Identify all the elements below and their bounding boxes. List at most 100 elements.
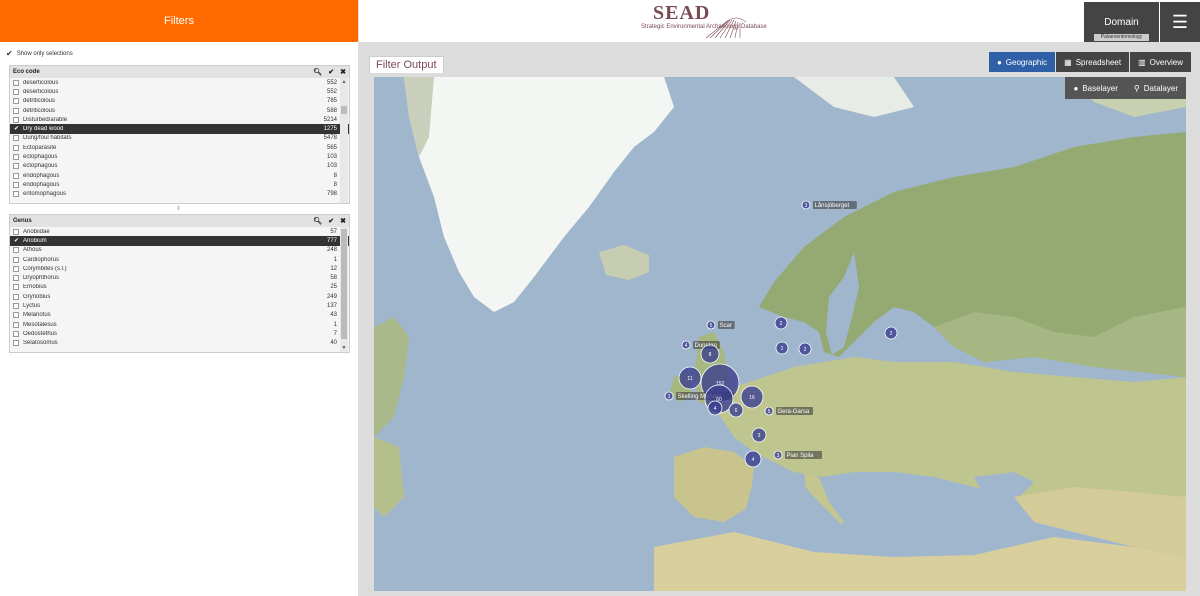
checkbox[interactable] bbox=[13, 79, 19, 86]
scroll-up-icon[interactable]: ▲ bbox=[340, 79, 348, 85]
map-marker-cluster[interactable]: 3 bbox=[751, 427, 767, 443]
genus-item[interactable]: ✔ Anobium 777 bbox=[10, 236, 349, 246]
checkbox[interactable] bbox=[13, 88, 19, 95]
close-icon[interactable]: ✖ bbox=[340, 217, 346, 225]
marker-count: 2 bbox=[780, 321, 783, 327]
checkbox[interactable]: ✔ bbox=[13, 237, 19, 244]
scroll-thumb[interactable] bbox=[341, 106, 347, 114]
resize-handle-icon[interactable]: ⇕ bbox=[176, 205, 181, 212]
eco-item-label: Dry dead wood bbox=[23, 126, 64, 133]
geographic-map[interactable]: 3Lånsjöberget5Scar22224Dunstan8111523Ske… bbox=[374, 77, 1186, 591]
map-marker-cluster[interactable]: 5 Gera-Garsa bbox=[764, 406, 813, 416]
genus-item[interactable]: Cardiophorus 1 bbox=[10, 255, 349, 264]
eco-code-scrollbar[interactable]: ▲ bbox=[340, 78, 348, 203]
check-icon[interactable]: ✔ bbox=[328, 217, 334, 225]
map-marker-cluster[interactable]: 11 bbox=[678, 366, 702, 390]
checkbox[interactable] bbox=[13, 303, 19, 310]
genus-item[interactable]: Dryophthorus 58 bbox=[10, 273, 349, 282]
checkbox[interactable] bbox=[13, 312, 19, 319]
map-marker-cluster[interactable]: 5 Scar bbox=[706, 320, 735, 330]
hamburger-menu-icon[interactable]: ☰ bbox=[1160, 2, 1200, 42]
tab-geographic[interactable]: ● Geographic bbox=[988, 52, 1056, 72]
checkbox[interactable] bbox=[13, 154, 19, 161]
checkbox[interactable] bbox=[13, 163, 19, 170]
checkbox[interactable] bbox=[13, 98, 19, 105]
check-icon[interactable]: ✔ bbox=[328, 68, 334, 76]
baselayer-button[interactable]: ● Baselayer bbox=[1065, 77, 1125, 99]
map-marker-cluster[interactable]: 3 Pian Spila bbox=[773, 450, 822, 460]
eco-item-count: 785 bbox=[326, 98, 337, 105]
checkbox[interactable] bbox=[13, 247, 19, 254]
map-marker-cluster[interactable]: 2 bbox=[884, 326, 898, 340]
search-icon[interactable]: 🔍︎ bbox=[313, 217, 322, 225]
genus-item[interactable]: Selatosomus 40 bbox=[10, 339, 349, 348]
genus-item[interactable]: Oedostethus 7 bbox=[10, 329, 349, 338]
eco-item[interactable]: ✔ Dry dead wood 1275 bbox=[10, 124, 349, 134]
map-marker-cluster[interactable]: 2 bbox=[774, 316, 788, 330]
checkbox[interactable] bbox=[13, 340, 19, 347]
eco-item[interactable]: Disturbed/arable 5214 bbox=[10, 115, 349, 124]
eco-item[interactable]: deserticolous 552 bbox=[10, 78, 349, 87]
checkbox[interactable] bbox=[13, 181, 19, 188]
genus-item[interactable]: Mesotalesus 1 bbox=[10, 320, 349, 329]
map-marker-cluster[interactable]: 4 bbox=[744, 450, 762, 468]
checkbox[interactable] bbox=[13, 275, 19, 282]
datalayer-button[interactable]: ⚲ Datalayer bbox=[1126, 77, 1186, 99]
map-marker-cluster[interactable]: 3 Lånsjöberget bbox=[801, 200, 857, 210]
sead-logo[interactable]: SEAD Strategic Environmental Archaeology… bbox=[641, 2, 811, 40]
genus-item[interactable]: Melanotus 43 bbox=[10, 311, 349, 320]
eco-item[interactable]: ectophagous 103 bbox=[10, 162, 349, 171]
map-marker-cluster[interactable]: 16 bbox=[740, 385, 764, 409]
eco-item-label: deserticolous bbox=[23, 88, 59, 95]
checkbox[interactable] bbox=[13, 256, 19, 263]
checkbox[interactable] bbox=[13, 144, 19, 151]
map-marker-cluster[interactable]: 8 bbox=[700, 344, 720, 364]
eco-item[interactable]: Ectoparasite 565 bbox=[10, 143, 349, 152]
checkbox[interactable] bbox=[13, 228, 19, 235]
checkbox[interactable]: ✔ bbox=[13, 126, 19, 133]
eco-item[interactable]: detriticolous 785 bbox=[10, 97, 349, 106]
genus-item-count: 43 bbox=[330, 312, 337, 319]
scroll-down-icon[interactable]: ▼ bbox=[340, 345, 348, 351]
close-icon[interactable]: ✖ bbox=[340, 68, 346, 76]
checkbox[interactable] bbox=[13, 172, 19, 179]
checkbox[interactable] bbox=[13, 321, 19, 328]
genus-item[interactable]: Grynobius 249 bbox=[10, 292, 349, 301]
map-marker-cluster[interactable]: 4 bbox=[707, 400, 723, 416]
eco-item[interactable]: deserticolous 552 bbox=[10, 87, 349, 96]
genus-item-label: Oedostethus bbox=[23, 330, 58, 337]
eco-item[interactable]: entomophagous 798 bbox=[10, 190, 349, 199]
checkbox[interactable] bbox=[13, 116, 19, 123]
genus-item[interactable]: Ernobius 25 bbox=[10, 283, 349, 292]
tab-overview[interactable]: ▥ Overview bbox=[1130, 52, 1191, 72]
eco-item[interactable]: ectophagous 103 bbox=[10, 152, 349, 161]
eco-item[interactable]: detriticolous 588 bbox=[10, 106, 349, 115]
map-marker-cluster[interactable]: 2 bbox=[798, 342, 812, 356]
genus-item[interactable]: Anobiidae 57 bbox=[10, 227, 349, 236]
checkbox[interactable] bbox=[13, 284, 19, 291]
eco-item[interactable]: endophagous 8 bbox=[10, 171, 349, 180]
checkbox[interactable] bbox=[13, 265, 19, 272]
show-only-selections-toggle[interactable]: ✔ Show only selections bbox=[6, 49, 73, 58]
tab-spreadsheet[interactable]: ▦ Spreadsheet bbox=[1056, 52, 1130, 72]
checkbox[interactable] bbox=[13, 135, 19, 142]
genus-item-label: Ernobius bbox=[23, 284, 47, 291]
map-marker-cluster[interactable]: 2 bbox=[775, 341, 789, 355]
checkbox[interactable] bbox=[13, 330, 19, 337]
map-marker-cluster[interactable]: 6 bbox=[728, 402, 744, 418]
checkbox[interactable] bbox=[13, 293, 19, 300]
genus-scrollbar[interactable]: ▼ bbox=[340, 227, 348, 352]
genus-item[interactable]: Athous 248 bbox=[10, 246, 349, 255]
map-canvas[interactable]: 3Lånsjöberget5Scar22224Dunstan8111523Ske… bbox=[374, 77, 1186, 591]
checkbox[interactable] bbox=[13, 107, 19, 114]
filters-title: Filters bbox=[164, 15, 194, 27]
genus-item-count: 1 bbox=[333, 321, 337, 328]
eco-item[interactable]: Dung/foul habitats 5478 bbox=[10, 134, 349, 143]
checkbox[interactable] bbox=[13, 191, 19, 198]
eco-item[interactable]: endophagous 8 bbox=[10, 180, 349, 189]
genus-item[interactable]: Lyctus 137 bbox=[10, 301, 349, 310]
genus-item[interactable]: Corymbites (s.l.) 12 bbox=[10, 264, 349, 273]
scroll-thumb[interactable] bbox=[341, 229, 347, 339]
search-icon[interactable]: 🔍︎ bbox=[313, 68, 322, 76]
domain-button[interactable]: Domain Palaeoentomology bbox=[1084, 2, 1159, 42]
